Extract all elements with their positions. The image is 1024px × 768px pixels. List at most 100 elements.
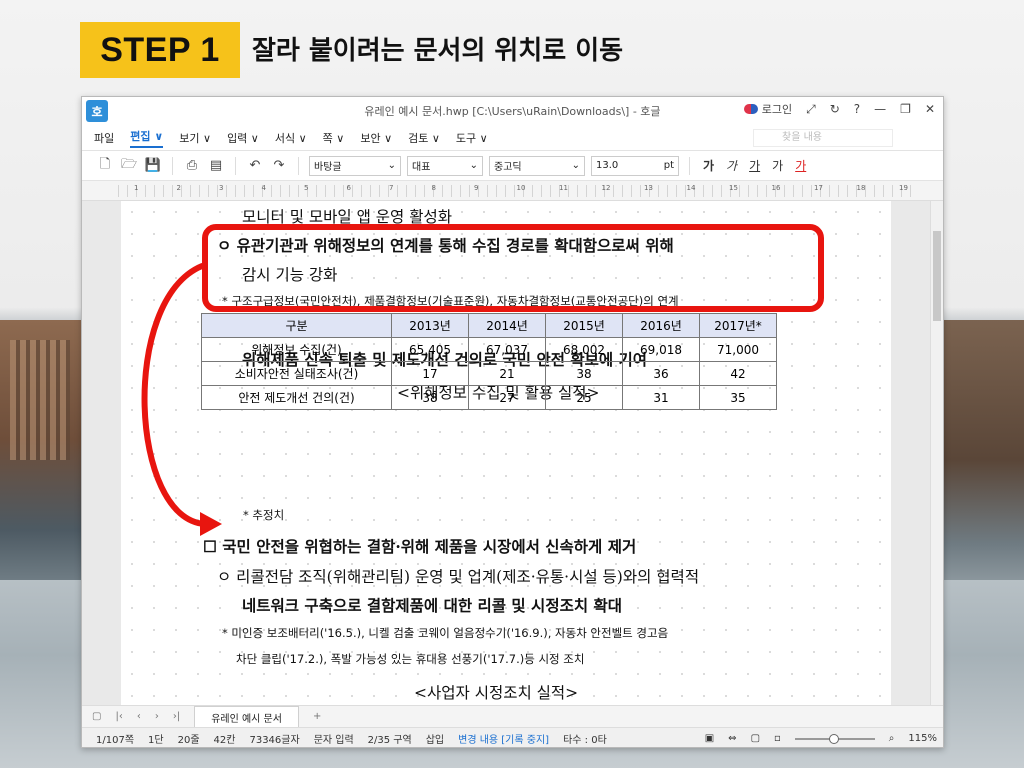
minimize-icon[interactable]: —: [874, 102, 886, 116]
status-insert[interactable]: 삽입: [426, 731, 444, 746]
font-category-select[interactable]: 대표 ⌄: [407, 155, 483, 176]
font-size-select[interactable]: 13.0 pt: [591, 155, 679, 176]
undo-icon[interactable]: ↶: [246, 158, 264, 174]
view-normal-icon[interactable]: ▣: [705, 733, 714, 744]
print-icon[interactable]: ⎙: [183, 158, 201, 174]
document-tab-bar: ▢ |‹ ‹ › ›| 유레인 예시 문서 +: [82, 705, 943, 728]
status-line: 20줄: [177, 735, 200, 746]
ruler[interactable]: 1 2 3 4 5 6 7 8 9 10 11 12 13 14 15 16 17 18 19: [82, 181, 943, 201]
ruler-number: 17: [814, 184, 823, 192]
menu-format[interactable]: 서식 ∨: [275, 130, 307, 146]
ruler-number: 5: [304, 184, 309, 192]
zoom-icon[interactable]: ⌕: [889, 733, 895, 744]
menu-edit[interactable]: 편집 ∨: [130, 128, 164, 148]
table-row: 소비자안전 실태조사(건) 17 21 38 36 42: [201, 361, 777, 386]
bold-button[interactable]: 가: [703, 157, 714, 174]
italic-button[interactable]: 가: [726, 157, 737, 174]
menu-tools[interactable]: 도구 ∨: [456, 130, 488, 146]
table-header: 2017년*: [699, 313, 777, 338]
menu-page[interactable]: 쪽 ∨: [323, 130, 345, 146]
login-icon: [743, 104, 758, 114]
strikethrough-button[interactable]: 가: [772, 157, 783, 174]
zoom-slider[interactable]: [794, 733, 875, 744]
table-header-row: 구분 2013년 2014년 2015년 2016년 2017년*: [201, 313, 777, 338]
new-document-icon[interactable]: 🗋: [96, 157, 114, 174]
next-tab-icon[interactable]: ›: [155, 711, 159, 722]
status-section: 2/35 구역: [367, 735, 412, 746]
table-cell: 42: [699, 361, 777, 386]
status-bar: 1/107쪽 1단 20줄 42칸 73346글자 문자 입력 2/35 구역 …: [82, 727, 943, 747]
table-cell: 67,037: [468, 337, 546, 362]
ruler-number: 2: [176, 184, 181, 192]
login-button[interactable]: 로그인: [743, 101, 793, 117]
save-icon[interactable]: 💾: [144, 158, 162, 174]
find-input[interactable]: 찾을 내용: [753, 128, 893, 147]
table-header: 2014년: [468, 313, 546, 338]
font-name-select[interactable]: 중고딕 ⌄: [489, 155, 585, 176]
status-chars: 73346글자: [249, 735, 300, 746]
toolbar-divider: [689, 156, 690, 175]
menu-insert[interactable]: 입력 ∨: [227, 130, 259, 146]
menu-review[interactable]: 검토 ∨: [408, 130, 440, 146]
login-label: 로그인: [761, 103, 793, 116]
menu-bar: 파일 편집 ∨ 보기 ∨ 입력 ∨ 서식 ∨ 쪽 ∨ 보안 ∨ 검토 ∨ 도구 …: [82, 125, 943, 151]
ruler-number: 6: [346, 184, 351, 192]
style-select[interactable]: 바탕글 ⌄: [309, 155, 401, 176]
zoom-level[interactable]: 115%: [908, 733, 937, 744]
table-cell: 69,018: [622, 337, 700, 362]
menu-security[interactable]: 보안 ∨: [360, 130, 392, 146]
view-zoom-icon[interactable]: ▫: [774, 733, 781, 744]
toolbar: 🗋 🗁 💾 ⎙ ▤ ↶ ↷ 바탕글 ⌄ 대표 ⌄ 중고딕 ⌄ 13.0 pt 가 가 가…: [82, 151, 943, 181]
ruler-number: 13: [644, 184, 653, 192]
tab-document[interactable]: 유레인 예시 문서: [194, 705, 299, 728]
font-color-button[interactable]: 가: [795, 157, 806, 174]
menu-view[interactable]: 보기 ∨: [179, 130, 211, 146]
preview-icon[interactable]: ▤: [207, 158, 225, 174]
ruler-number: 7: [389, 184, 394, 192]
doc-bullet: ㅇ 리콜전담 조직(위해관리팀) 운영 및 업계(제조·유통·시설 등)와의 협…: [217, 568, 700, 586]
status-keys: 타수 : 0타: [563, 735, 607, 746]
table-cell: 71,000: [699, 337, 777, 362]
status-column: 1단: [148, 735, 164, 746]
title-bar: 호 유레인 예시 문서.hwp [C:\Users\uRain\Download…: [82, 97, 943, 125]
font-size-unit: pt: [663, 160, 674, 171]
toolbar-divider: [298, 156, 299, 175]
vertical-scrollbar[interactable]: [930, 201, 943, 705]
font-category-value: 대표: [412, 162, 431, 173]
first-tab-icon[interactable]: |‹: [115, 711, 122, 722]
table-row: 안전 제도개선 건의(건) 38 27 25 31 35: [201, 385, 777, 410]
open-folder-icon[interactable]: 🗁: [120, 157, 138, 174]
scrollbar-thumb[interactable]: [933, 231, 941, 321]
redo-icon[interactable]: ↷: [270, 158, 288, 174]
add-tab-icon[interactable]: +: [313, 711, 321, 722]
table-cell: 27: [468, 385, 546, 410]
status-track-changes[interactable]: 변경 내용 [기록 중지]: [458, 731, 549, 746]
ruler-number: 18: [856, 184, 866, 192]
ruler-number: 15: [729, 184, 738, 192]
table-note: * 추정치: [243, 508, 285, 522]
menu-file[interactable]: 파일: [94, 130, 114, 146]
view-width-icon[interactable]: ⇔: [728, 733, 736, 744]
close-icon[interactable]: ✕: [925, 102, 935, 116]
status-page[interactable]: 1/107쪽: [96, 731, 134, 746]
refresh-icon[interactable]: ↻: [830, 102, 840, 116]
maximize-icon[interactable]: ❐: [900, 102, 911, 116]
window-controls: 로그인 ⤢ ↻ ? — ❐ ✕: [743, 101, 935, 117]
prev-tab-icon[interactable]: ‹: [137, 711, 141, 722]
ruler-number: 10: [516, 184, 526, 192]
view-page-icon[interactable]: ▢: [751, 733, 760, 744]
table-cell: 36: [622, 361, 700, 386]
underline-button[interactable]: 가: [749, 157, 760, 174]
tab-list-icon[interactable]: ▢: [92, 711, 101, 722]
help-icon[interactable]: ?: [854, 102, 860, 116]
fullscreen-icon[interactable]: ⤢: [806, 102, 816, 117]
table-cell: 31: [622, 385, 700, 410]
ruler-number: 19: [899, 184, 908, 192]
table-cell: 21: [468, 361, 546, 386]
table-caption: <사업자 시정조치 실적>: [414, 684, 579, 702]
step-title: 잘라 붙이려는 문서의 위치로 이동: [252, 36, 624, 66]
status-mode: 문자 입력: [313, 735, 354, 746]
data-table: 구분 2013년 2014년 2015년 2016년 2017년* 위해정보 수…: [201, 313, 777, 410]
annotation-highlight-box: [202, 224, 824, 312]
last-tab-icon[interactable]: ›|: [173, 711, 180, 722]
